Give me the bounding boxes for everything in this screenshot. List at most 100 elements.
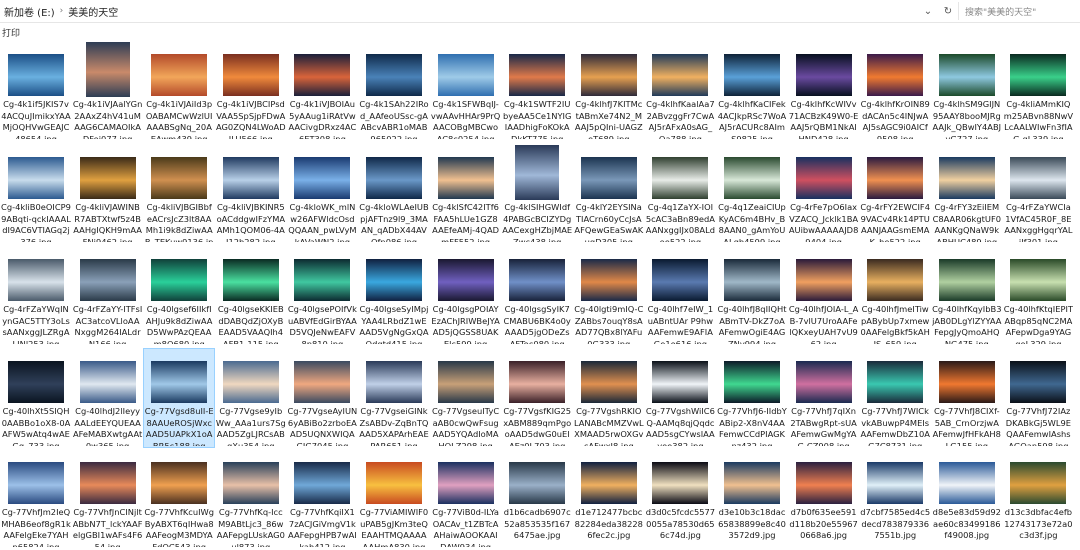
file-item[interactable]: Cg-4klhfKaalAa72ABvzggFr7CwAAJ5rAFxA0sAG… [645,42,715,140]
file-item[interactable]: Cg-77VhfKq-IccM9ABtLjc3_86wAAFepgLUskAG0… [216,450,286,548]
file-item[interactable]: Cg-4q1ZeaiCIUpKyAC6m4BHv_B8AAN0_gAmYoUAL… [717,145,787,243]
print-button[interactable]: 打印 [2,26,20,39]
file-item[interactable]: Cg-4rFZaYWqINynGAC5TTY3oLssAANxggJLZRgAL… [1,247,71,345]
file-item[interactable]: Cg-4k1SAh22IRod_AAfeoUSsc-gAABcvABR1oMAB… [359,42,429,140]
file-item[interactable]: Cg-4kliVJBKINR5oACddgwIFzYMAAMh1QOM06-4A… [216,145,286,243]
file-name: Cg-4kloWLAeIUBpjAFTnz9l9_3MAAN_qADbX44AV… [359,202,429,242]
file-item[interactable]: Cg-4klSIHGWIdf4PABGcBCIZYDgAACexgHZbjMAE… [502,145,572,243]
file-item[interactable]: Cg-4kloWLAeIUBpjAFTnz9l9_3MAAN_qADbX44AV… [359,145,429,243]
file-name: d3e10b3c18dac65838899e8c403572d9.jpg [718,507,786,540]
file-item[interactable]: Cg-40lgseKKIEBdDABQdZjOXyBEAAD5VAAQIh4AF… [216,247,286,345]
file-item[interactable]: Cg-77VhfJm2IeQMHAB6eof8gR1kAAFelgEke7YAH… [1,450,71,548]
file-item[interactable]: Cg-4rFZaYWCIa1VfAC45R0F_8EAANxggHgqrYALj… [1003,145,1073,243]
file-item[interactable]: Cg-4k1iVJBOIAu5yAAug1iRAtVwAACivgDRxz4AC… [287,42,357,140]
file-item[interactable]: Cg-40lgsgPOIAYEzAChJRIWBeJYAAD5jQGSS8UAK… [431,247,501,345]
file-item[interactable]: Cg-4klhfKrOIN89dACAn5c4INJwAAJ5sAGC9i0AI… [860,42,930,140]
file-item[interactable]: Cg-4rFY2EWCIF49VACv4Rk14PTUAANJAAGsmEMAK… [860,145,930,243]
file-item[interactable]: Cg-40lhXt5SIQH0AABBo1oX8-0AAFW5wAtq4wAEG… [1,349,71,447]
file-name: d8e5e83d59d92ae60c83499186f49008.jpg [932,507,1001,540]
file-thumbnail [1010,259,1067,301]
file-item[interactable]: Cg-77VgseiGINkZsABDv-ZqBnTQAAD5XAPArhEAE… [359,349,429,447]
file-item[interactable]: Cg-77VhfJ7qIXn2TABwgRpt-sUAAFemwGwMgYAG-… [789,349,859,447]
file-item[interactable]: Cg-4k1SFWBqIJ-vwAAvHHAr9PrQAACOBgMBCwoAC… [431,42,501,140]
search-input[interactable]: 搜索"美美的天空" [958,2,1076,20]
file-item[interactable]: Cg-77VgseuITyCaAB0cwQwFsugAAD5YQAdIoMAHQ… [431,349,501,447]
file-item[interactable]: Cg-4kliAMmKIQm25ABvn88NwVLcAALWIwFn3fIAG… [1003,42,1073,140]
file-item[interactable]: Cg-4klhfKcWIVv71ACBzK49W0-EAAJ5rQBM1NkAI… [789,42,859,140]
file-item[interactable]: Cg-4k1iVJAiId3pOABAMCwWzlUIAAABSgNq_20AE… [144,42,214,140]
file-item[interactable]: Cg-40lgseSyIMpjYAA4LRbdZ1wEAAD5VgNgGxQAQ… [359,247,429,345]
file-item[interactable]: Cg-4kloWK_mlNw26AFWldcOsdQQAAN_pwLVyMkAV… [287,145,357,243]
file-item[interactable]: Cg-77VhfJ72IAzDKABkGj5WL9EQAAFemwIAshsAG… [1003,349,1073,447]
file-item[interactable]: d13c3dbfac4efb12743173e72a0c3d3f.jpg [1003,450,1073,548]
file-item[interactable]: Cg-4klY2EYSINaTIACrn60yCcJsAAFQewGEaSwAK… [574,145,644,243]
breadcrumb-separator-icon: › [59,6,64,16]
file-item[interactable]: Cg-40lhfJOIA-L_AB-7vlU7UroAAFelQKxeyUAH7… [789,247,859,345]
file-item[interactable]: Cg-40lgsePOIfVkuABVfEdGirBYAAD5VQJeNwEAF… [287,247,357,345]
file-item[interactable]: d1e712477bcbc82284eda382286fec2c.jpg [574,450,644,548]
file-item[interactable]: Cg-4klhfKaCIFek4ACJkpRSc7WoAAJ5rACURc8AI… [717,42,787,140]
file-thumbnail [1010,361,1067,403]
file-item[interactable]: Cg-4k1SWTF2IUbyeAA5Ce1NYIGIAADhigFoKOkAD… [502,42,572,140]
file-item[interactable]: Cg-4rFY3zEiIEMC8AAR06kgtUF0AANKgQNaW9kAB… [932,145,1002,243]
file-item[interactable]: Cg-77VhfJ7WICkvkABuwpP4MEIsAAFemwDbZ10AG… [860,349,930,447]
file-item[interactable]: Cg-77Vgsd8uII-E8AAUeROSjWxcAAD5UAPkX1oAB… [143,348,216,448]
file-item[interactable]: d8e5e83d59d92ae60c83499186f49008.jpg [932,450,1002,548]
file-name: Cg-4klhfKaalAa72ABvzggFr7CwAAJ5rAFxA0sAG… [646,99,715,139]
file-thumbnail [294,54,351,96]
file-item[interactable]: Cg-4rFZaYY-ITFsIAC3atcoVLloAANxggM264IAL… [73,247,143,345]
file-item[interactable]: d3e10b3c18dac65838899e8c403572d9.jpg [717,450,787,548]
breadcrumb-drive[interactable]: 新加卷 (E:) [4,4,55,19]
file-item[interactable]: Cg-40lhfKqyIbB3jAB0DLgYlZYYAAFepgJyQmoAH… [932,247,1002,345]
file-item[interactable]: Cg-77VhfKqiIX17zACJGiVmgV1kAAFepgHPB7wAI… [287,450,357,548]
file-item[interactable]: Cg-4k1if5JKIS7v4ACQuJImikxYAAMjOQHVwGEAJ… [1,42,71,140]
file-item[interactable]: Cg-40lhf7eIW_1uABntUAr P9hwAAFemwE9AFIAG… [645,247,715,345]
file-thumbnail [509,361,566,403]
file-item[interactable]: d1b6cadb6907c52a853535f1676475ae.jpg [502,450,572,548]
file-item[interactable]: Cg-4kliVJBGIBbfeACrsJcZ3lt8AAMh1i9k8dZiw… [144,145,214,243]
file-thumbnail [652,259,709,301]
file-item[interactable]: Cg-40lhfJmeITiwpABybUp7xmew0AAFelgBkf5kA… [860,247,930,345]
file-item[interactable]: Cg-40lgti9mIQ-CZABbs7ouqY8sAAD77QBx8lYAF… [574,247,644,345]
file-item[interactable]: Cg-77Vgse9yIbWw_AAa1urs7SgAAD5ZgLJRCsABq… [216,349,286,447]
file-item[interactable]: Cg-4klhfJ7KITMctABmXe74N2_MAAJ5pQIni-UAG… [574,42,644,140]
file-item[interactable]: Cg-77VhfJ8CIXf-5AB_CrnOrzjwAAFemwJfHFkAH… [932,349,1002,447]
file-item[interactable]: Cg-40lgsef6IIkfIAHJu9k8dZiwAAD5WwPAzQEAA… [144,247,214,345]
file-item[interactable]: Cg-40lhdJ2lIeyyAALdEEYQUEAAAFeMABXwtgAAt… [73,349,143,447]
file-item[interactable]: Cg-77VhfJ6-IIdbYABip2-X8nV4AAFemwCCdPIAG… [717,349,787,447]
file-item[interactable]: Cg-77VgshRKIOLANABcMMZVwLXMAAD5rwOXGvcAF… [574,349,644,447]
file-name: Cg-4rFZaYY-ITFsIAC3atcoVLloAANxggM264IAL… [72,304,143,344]
file-item[interactable]: Cg-4kliB0eOICP99ABqti-qckIAAALdI9AC6VTIA… [1,145,71,243]
file-item[interactable]: Cg-77VgsfKIG25xABM889qmPgooAAD5dwG0uEIAE… [502,349,572,447]
file-item[interactable]: Cg-40lhfJ8qIIQHtABmTV-DkZ7oAAFemwOgiE4AG… [717,247,787,345]
file-item[interactable]: Cg-4k1iVJAalYGn2AAxZ4hV41uMAAG6CAMAOIkAD… [73,42,143,140]
file-thumbnail [437,157,494,199]
file-item[interactable]: Cg-40lgsgSyIK7CMABU6BK4o0yAAAD5jgODeZsAF… [502,247,572,345]
file-name: Cg-4klSIHGWIdf4PABGcBCIZYDgAACexgHZbjMAE… [502,202,573,242]
file-item[interactable]: Cg-77ViB0d-ILYaOACAv_t1ZBTcAAHaiwAOOKAAI… [431,450,501,548]
file-item[interactable]: Cg-40lhfKtqIEPITABqp85qNC2MAAFepwDga9YAG… [1003,247,1073,345]
file-item[interactable]: Cg-4kliVJAWINBR7ABTXtwf5z4BAAHgIQKH9mAAF… [73,145,143,243]
chevron-down-icon[interactable]: ⌄ [918,1,938,21]
refresh-icon[interactable]: ↻ [938,1,958,21]
file-item[interactable]: Cg-77VhfJnCINjltABbN7T_lckYAAFelgGBI1wAF… [73,450,143,548]
file-item[interactable]: d3d0c5fcdc55770055a78530d656c74d.jpg [645,450,715,548]
file-item[interactable]: Cg-4klSfC42ITf6FAA5hLUe1GZ8AAEfeAMj-4QAD… [431,145,501,243]
file-item[interactable]: Cg-4k1iVJBCIPsdVAA5SpSjpFDwAAG0ZQN4LWoAD… [216,42,286,140]
file-item[interactable]: d7cbf7585ed4c5decd7838793367551b.jpg [860,450,930,548]
breadcrumb-folder[interactable]: 美美的天空 [68,4,118,19]
file-item[interactable]: Cg-4klhSM9GIJN95AAY8booMJRgAAJk_QBwIY4AB… [932,42,1002,140]
file-item[interactable]: d7b0f635ee591d118b20e559670668a6.jpg [789,450,859,548]
file-thumbnail [1010,54,1067,96]
file-item[interactable]: Cg-77ViAMIWIF0uPAB5gJKm3teQEAAHTMQAAAAAA… [359,450,429,548]
file-item[interactable]: Cg-4q1ZaYX-IOI5cAC3aBn89edAAANxggIJx08AL… [645,145,715,243]
file-item[interactable]: Cg-4rFe7pO6IaxVZACQ_Jcklk1BAAUibwAAAAAJD… [789,145,859,243]
file-name: Cg-4klSfC42ITf6FAA5hLUe1GZ8AAEfeAMj-4QAD… [432,202,500,242]
file-item[interactable]: Cg-77VgseAyIUN6yABiBo2zrboEAAD5UQNXWIQAG… [287,349,357,447]
file-item[interactable]: Cg-77VhfKcuIWgByABXT6qIHwa8AAFeogM3MDYAF… [144,450,214,548]
breadcrumb[interactable]: 新加卷 (E:) › 美美的天空 [0,4,118,19]
file-name: Cg-4klhSM9GIJN95AAY8booMJRgAAJk_QBwIY4AB… [932,99,1002,139]
file-name: Cg-77VgshRKIOLANABcMMZVwLXMAAD5rwOXGvcAF… [573,406,644,446]
file-thumbnail [294,259,351,301]
file-item[interactable]: Cg-77VgshWiIC6Q-AAMq8qjQqdcAAD5sgCYwsIAA… [645,349,715,447]
